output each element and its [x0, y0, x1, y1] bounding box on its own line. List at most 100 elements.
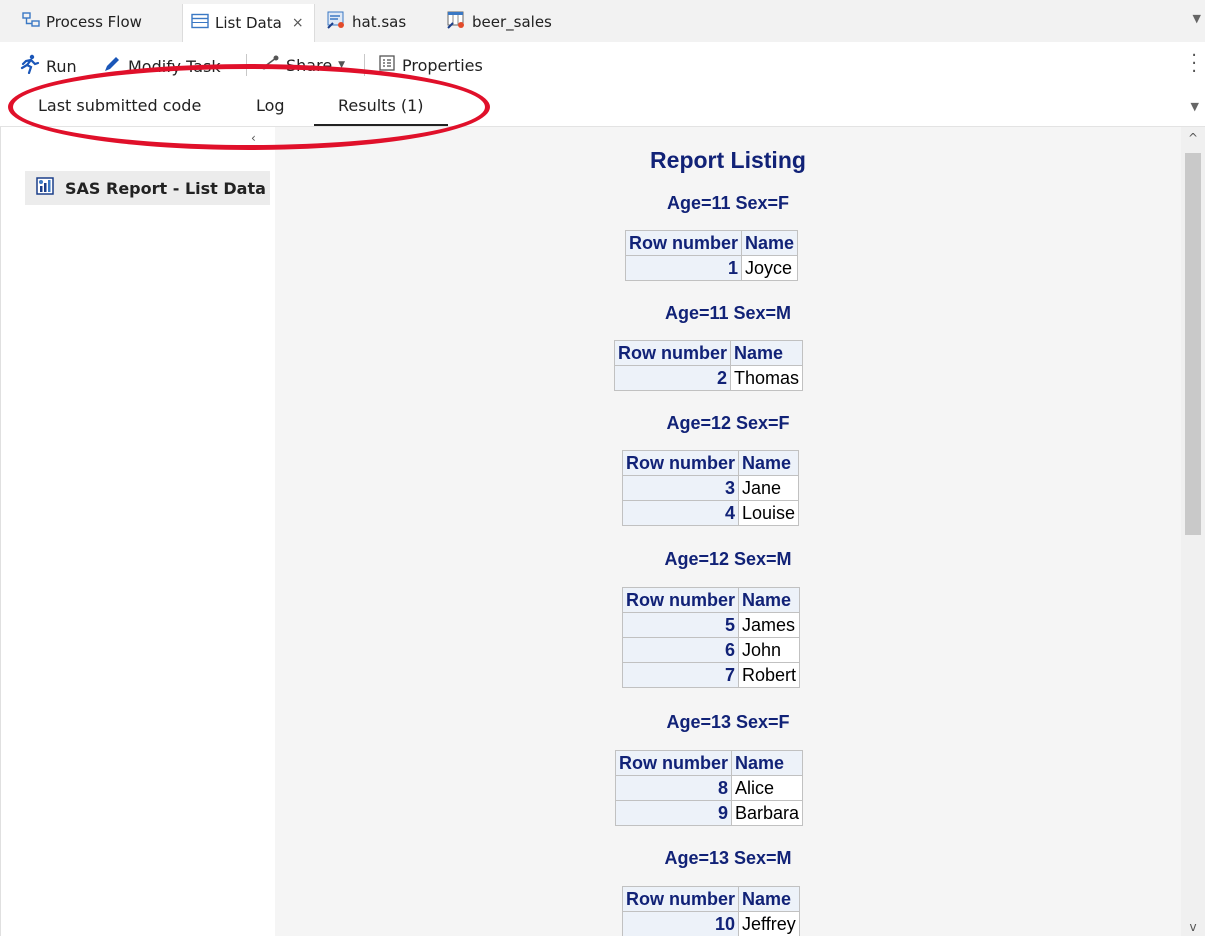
row-number-cell: 1 — [624, 255, 743, 281]
vertical-scrollbar[interactable]: ^ v — [1181, 127, 1205, 936]
group-heading: Age=12 Sex=F — [666, 413, 790, 433]
group-table: Row number Name 5 James 6 John 7 Robert — [621, 587, 801, 688]
row-number-header: Row number — [621, 450, 740, 476]
report-content: Report Listing Age=11 Sex=F Row number N… — [275, 127, 1181, 936]
scroll-down-icon[interactable]: v — [1181, 920, 1205, 934]
table-row: 10 Jeffrey — [621, 911, 800, 936]
name-header: Name — [741, 230, 799, 256]
row-number-cell: 8 — [614, 775, 733, 801]
properties-button[interactable]: Properties — [378, 54, 483, 76]
group-table: Row number Name 2 Thomas — [613, 340, 804, 391]
run-label: Run — [46, 56, 77, 76]
group-table: Row number Name 3 Jane 4 Louise — [621, 450, 800, 526]
row-number-cell: 2 — [613, 365, 732, 391]
name-cell: Barbara — [731, 800, 804, 826]
run-icon — [20, 54, 40, 78]
row-number-header: Row number — [613, 340, 732, 366]
name-cell: Jeffrey — [738, 911, 800, 936]
name-cell: James — [738, 612, 801, 638]
table-row: 1 Joyce — [624, 255, 799, 281]
tab-overflow-icon[interactable]: ▼ — [1193, 12, 1201, 25]
process-flow-icon — [22, 12, 40, 32]
group-table: Row number Name 1 Joyce — [624, 230, 799, 281]
name-cell: John — [738, 637, 801, 663]
row-number-header: Row number — [621, 587, 740, 613]
tab-hat-sas[interactable]: hat.sas — [326, 6, 406, 38]
row-number-cell: 3 — [621, 475, 740, 501]
tab-label: List Data — [215, 14, 282, 32]
nav-item-sas-report[interactable]: SAS Report - List Data — [25, 171, 270, 205]
group-heading: Age=13 Sex=F — [666, 712, 790, 732]
name-cell: Robert — [738, 662, 801, 688]
group-heading: Age=11 Sex=F — [666, 193, 790, 213]
name-cell: Jane — [738, 475, 800, 501]
results-subtab-bar: Last submitted code Log Results (1) ▼ — [0, 86, 1205, 127]
share-button[interactable]: Share ▼ — [260, 54, 345, 76]
properties-icon — [378, 54, 396, 76]
table-row: 9 Barbara — [614, 800, 804, 826]
modify-task-label: Modify Task — [128, 56, 221, 76]
share-icon — [260, 54, 280, 76]
name-cell: Louise — [738, 500, 800, 526]
tab-process-flow[interactable]: Process Flow — [22, 6, 142, 38]
row-number-cell: 5 — [621, 612, 740, 638]
row-number-header: Row number — [614, 750, 733, 776]
close-icon[interactable]: × — [292, 15, 304, 31]
subtab-overflow-icon[interactable]: ▼ — [1191, 100, 1199, 113]
row-number-cell: 9 — [614, 800, 733, 826]
results-navigation-pane: ‹ SAS Report - List Data — [0, 127, 271, 936]
more-options-icon[interactable]: · · · — [1191, 47, 1197, 81]
name-header: Name — [738, 450, 800, 476]
document-tab-bar: Process Flow List Data × hat.sas beer_sa… — [0, 0, 1205, 42]
pencil-icon — [102, 54, 122, 78]
toolbar-separator — [364, 54, 365, 76]
report-title: Report Listing — [650, 147, 806, 173]
group-heading: Age=11 Sex=M — [664, 303, 792, 323]
properties-label: Properties — [402, 55, 483, 75]
table-row: 3 Jane — [621, 475, 800, 501]
report-icon — [35, 176, 55, 200]
table-row: 8 Alice — [614, 775, 804, 801]
dropdown-arrow-icon: ▼ — [338, 60, 346, 70]
toolbar: Run Modify Task Share ▼ Properties · · · — [0, 42, 1205, 86]
sas-program-icon — [326, 11, 346, 33]
table-row: 6 John — [621, 637, 801, 663]
tab-label: Process Flow — [46, 13, 142, 31]
share-label: Share — [286, 55, 333, 75]
tab-list-data[interactable]: List Data × — [182, 4, 315, 42]
row-number-cell: 7 — [621, 662, 740, 688]
modify-task-button[interactable]: Modify Task — [102, 54, 221, 78]
list-data-icon — [191, 13, 209, 33]
scroll-thumb[interactable] — [1185, 153, 1201, 535]
tab-last-submitted-code[interactable]: Last submitted code — [38, 96, 201, 115]
group-table: Row number Name 10 Jeffrey — [621, 886, 800, 936]
name-header: Name — [738, 886, 800, 912]
name-cell: Alice — [731, 775, 804, 801]
collapse-icon[interactable]: ‹ — [251, 131, 256, 145]
row-number-header: Row number — [624, 230, 743, 256]
group-heading: Age=12 Sex=M — [664, 549, 792, 569]
row-number-header: Row number — [621, 886, 740, 912]
scroll-up-icon[interactable]: ^ — [1181, 131, 1205, 145]
name-header: Name — [731, 750, 804, 776]
row-number-cell: 4 — [621, 500, 740, 526]
table-row: 7 Robert — [621, 662, 801, 688]
group-table: Row number Name 8 Alice 9 Barbara — [614, 750, 804, 826]
tab-beer-sales[interactable]: beer_sales — [446, 6, 552, 38]
table-row: 2 Thomas — [613, 365, 804, 391]
run-button[interactable]: Run — [20, 54, 77, 78]
name-header: Name — [730, 340, 804, 366]
table-row: 5 James — [621, 612, 801, 638]
group-heading: Age=13 Sex=M — [664, 848, 792, 868]
name-cell: Joyce — [741, 255, 799, 281]
name-header: Name — [738, 587, 801, 613]
tab-log[interactable]: Log — [256, 96, 285, 115]
tab-label: hat.sas — [352, 13, 407, 31]
row-number-cell: 6 — [621, 637, 740, 663]
tab-results[interactable]: Results (1) — [314, 96, 448, 126]
tab-label: beer_sales — [472, 13, 552, 31]
dataset-icon — [446, 11, 466, 33]
name-cell: Thomas — [730, 365, 804, 391]
nav-item-label: SAS Report - List Data — [65, 178, 266, 198]
row-number-cell: 10 — [621, 911, 740, 936]
